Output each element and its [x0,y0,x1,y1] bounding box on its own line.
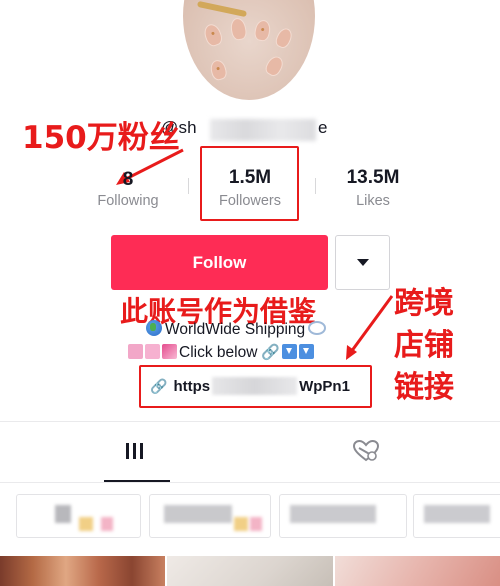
bio-line-1-text: WorldWide Shipping [165,321,306,338]
followers-annotation: 150万粉丝 [22,120,180,156]
ring-icon [308,321,327,335]
video-thumbnail[interactable] [335,556,500,586]
username-blur [210,119,316,141]
bio-link-suffix: WpPn1 [299,377,350,395]
link-annotation-line3: 链接 [394,370,454,405]
liked-heart-icon[interactable] [352,439,380,463]
video-thumbnail[interactable] [0,556,165,586]
bio-link-blur [212,377,298,395]
playlist-chip[interactable] [413,494,500,538]
bio-link[interactable]: 🔗 https WpPn1 [150,374,350,398]
link-icon: 🔗 [150,377,168,394]
globe-icon [146,320,162,336]
likes-label[interactable]: Likes [335,193,411,209]
bio-link-prefix: https [173,377,211,395]
following-count[interactable]: 8 [108,169,148,191]
username-suffix: e [318,118,328,137]
bio-line-2-text: Click below [179,344,258,361]
followers-label[interactable]: Followers [205,193,295,209]
nail-polish-icon [162,344,177,359]
triangle-down-icon [356,259,369,266]
video-thumbnail[interactable] [167,556,333,586]
grid-icon[interactable] [126,443,148,459]
playlist-chip[interactable] [16,494,141,538]
stat-divider [188,178,189,194]
bio-line-1: WorldWide Shipping [146,320,327,339]
playlist-chip[interactable] [279,494,407,538]
playlist-chip[interactable] [149,494,271,538]
following-label[interactable]: Following [86,193,170,209]
bio-line-2: Click below 🔗 [128,343,315,362]
link-annotation-line1: 跨境 [394,286,454,321]
down-arrow-icon [299,344,315,359]
tab-bar-border [0,482,500,483]
followers-count[interactable]: 1.5M [210,167,290,189]
link-annotation-line2: 店铺 [394,328,454,363]
stat-divider [315,178,316,194]
down-arrow-icon [282,344,298,359]
shopping-bag-icon [128,344,143,359]
suggested-accounts-button[interactable] [335,235,390,290]
chain-link-icon: 🔗 [261,344,281,361]
likes-count[interactable]: 13.5M [335,167,411,189]
profile-avatar[interactable] [183,0,315,100]
section-divider [0,421,500,422]
follow-button[interactable]: Follow [111,235,328,290]
shopping-bag-icon [145,344,160,359]
